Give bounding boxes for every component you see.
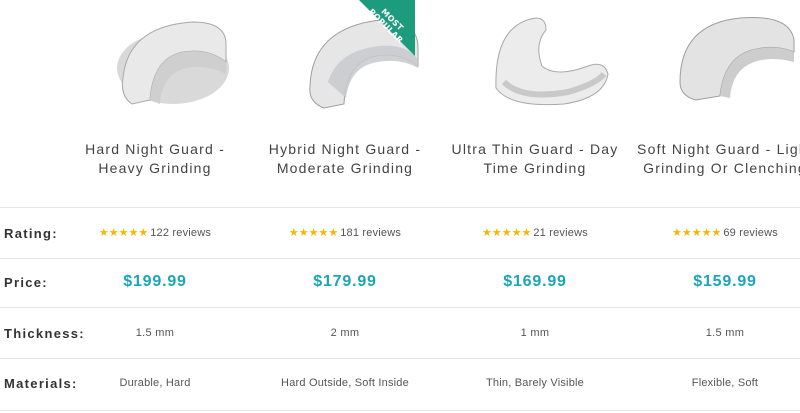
star-rating-icon: ★★★★★	[288, 227, 339, 239]
review-count[interactable]: 181 reviews	[340, 227, 401, 239]
product-materials: Hard Outside, Soft Inside	[281, 377, 409, 389]
review-count[interactable]: 122 reviews	[150, 227, 211, 239]
product-name[interactable]: Hybrid Night Guard - Moderate Grinding	[250, 140, 440, 178]
product-thickness: 1.5 mm	[135, 327, 175, 339]
row-divider	[0, 258, 800, 259]
star-rating-icon: ★★★★★	[672, 227, 722, 239]
product-rating[interactable]: ★★★★★ 122 reviews	[60, 226, 250, 239]
product-price: $179.99	[313, 273, 377, 290]
star-rating-icon: ★★★★★	[482, 227, 532, 239]
product-name[interactable]: Soft Night Guard - Light Grinding Or Cle…	[630, 140, 800, 178]
comparison-table: MOST POPULAR Hard Night Guard - Heavy Gr…	[0, 0, 800, 413]
product-rating[interactable]: ★★★★★ 181 reviews	[250, 226, 440, 239]
product-rating[interactable]: ★★★★★ 69 reviews	[630, 226, 800, 239]
product-rating[interactable]: ★★★★★ 21 reviews	[440, 226, 630, 239]
review-count[interactable]: 69 reviews	[723, 227, 778, 239]
price-row-label: Price:	[4, 275, 48, 290]
row-divider	[0, 307, 800, 308]
product-name[interactable]: Hard Night Guard - Heavy Grinding	[60, 140, 250, 178]
product-price: $169.99	[503, 273, 567, 290]
product-name[interactable]: Ultra Thin Guard - Day Time Grinding	[440, 140, 630, 178]
row-divider	[0, 207, 800, 208]
star-rating-icon: ★★★★★	[98, 227, 149, 239]
row-divider	[0, 358, 800, 359]
soft-night-guard-image[interactable]	[662, 4, 800, 112]
product-price: $159.99	[693, 273, 757, 290]
product-thickness: 1 mm	[520, 327, 550, 339]
hard-night-guard-image[interactable]	[98, 4, 248, 112]
product-thickness: 2 mm	[330, 327, 360, 339]
rating-row-label: Rating:	[4, 226, 58, 241]
row-divider	[0, 410, 800, 411]
product-materials: Thin, Barely Visible	[486, 377, 584, 389]
review-count[interactable]: 21 reviews	[533, 227, 588, 239]
product-price: $199.99	[123, 273, 187, 290]
ultra-thin-guard-image[interactable]	[476, 4, 626, 112]
product-materials: Flexible, Soft	[691, 377, 759, 389]
most-popular-badge: MOST POPULAR	[357, 0, 415, 58]
product-thickness: 1.5 mm	[705, 327, 745, 339]
product-materials: Durable, Hard	[119, 377, 191, 389]
